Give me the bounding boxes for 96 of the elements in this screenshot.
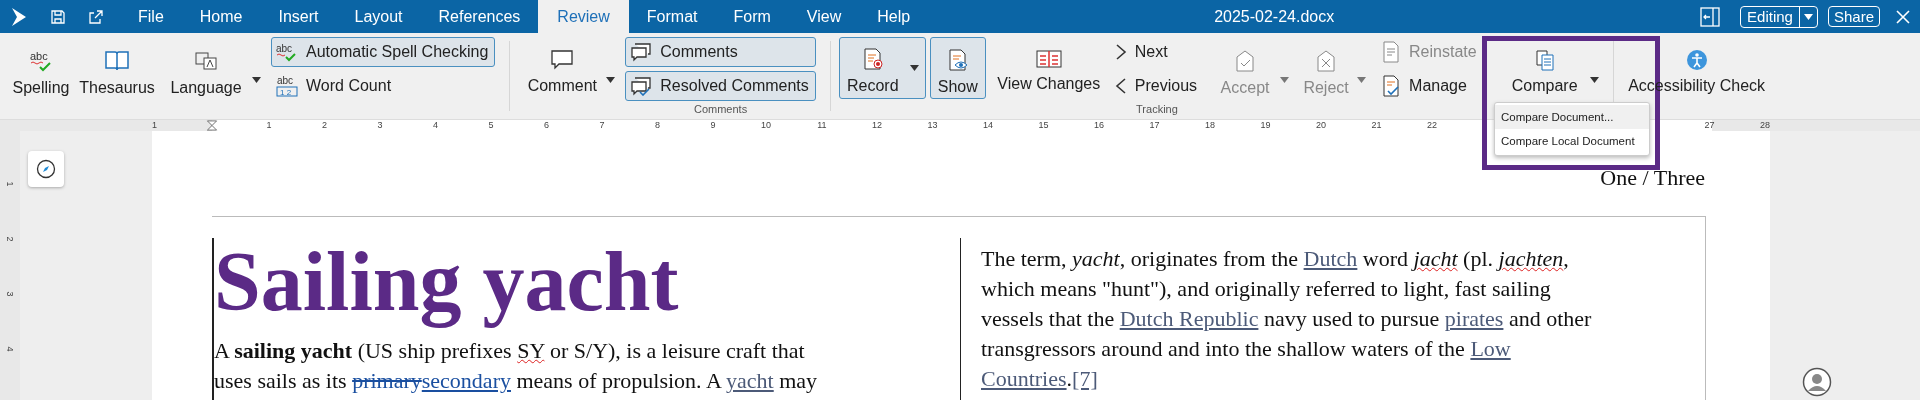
ruler-number: 14 — [983, 120, 993, 131]
thesaurus-button[interactable]: Thesaurus — [74, 38, 160, 100]
link[interactable]: Dutch — [1303, 246, 1358, 271]
group-label: Comments — [693, 103, 748, 115]
ruler-number: 8 — [655, 120, 660, 131]
comments-toggle[interactable]: Comments — [625, 37, 816, 67]
ruler-number: 15 — [1038, 120, 1049, 131]
chevron-right-icon — [1114, 43, 1127, 61]
compare-button[interactable]: Compare — [1499, 38, 1590, 100]
menu-tab[interactable]: File — [120, 0, 182, 33]
menu-tab[interactable]: Home — [181, 0, 261, 33]
speech-bubble-icon — [550, 49, 575, 71]
ruler-number: 2 — [5, 236, 15, 242]
ruler-number: 3 — [377, 120, 383, 131]
language-button[interactable]: Language — [160, 38, 252, 100]
link[interactable]: Low — [1470, 336, 1511, 361]
compass-icon — [36, 159, 56, 179]
ruler-number: 22 — [1427, 120, 1437, 131]
ruler-number: 11 — [817, 120, 827, 131]
ruler-number: 18 — [1205, 120, 1215, 131]
menu-tab[interactable]: Help — [859, 0, 929, 33]
ruler-number: 4 — [5, 346, 15, 352]
record-button[interactable]: Record — [838, 37, 926, 99]
close-icon[interactable] — [1896, 9, 1910, 24]
show-changes-button[interactable]: Show — [929, 37, 986, 99]
menu-tab[interactable]: Review — [538, 0, 629, 33]
previous-change-button[interactable]: Previous — [1109, 71, 1205, 101]
ruler-number: 7 — [599, 120, 605, 131]
ruler-number: 1 — [5, 181, 15, 187]
manage-button[interactable]: Manage — [1376, 71, 1484, 101]
menu-tab[interactable]: Form — [715, 0, 789, 33]
menu-item[interactable]: Compare Document... — [1495, 105, 1649, 129]
ruler-number: 27 — [1704, 120, 1715, 131]
link[interactable]: [7] — [1072, 366, 1098, 391]
link[interactable]: pirates — [1444, 306, 1504, 331]
ruler-number: 19 — [1260, 120, 1271, 131]
ruler-number: 13 — [927, 120, 938, 131]
dropdown-caret-icon[interactable] — [252, 77, 261, 83]
ruler-number: 28 — [1760, 120, 1770, 131]
menu-tab[interactable]: References — [420, 0, 539, 33]
ruler-number: 21 — [1371, 120, 1382, 131]
word-count-button[interactable]: abc 1 2 Word Count — [271, 71, 496, 101]
menu-tab[interactable]: Layout — [336, 0, 421, 33]
ruler-number: 10 — [761, 120, 771, 131]
ruler-number: 4 — [433, 120, 438, 131]
external-link-icon[interactable] — [88, 8, 104, 25]
speech-bubbles-check-icon — [630, 76, 653, 96]
dropdown-caret-icon[interactable] — [606, 77, 616, 83]
ruler-number: 9 — [710, 120, 716, 131]
ruler-number: 12 — [872, 120, 882, 131]
ruler-number: 1 — [266, 120, 272, 131]
menu-item[interactable]: Compare Local Document — [1495, 129, 1649, 153]
view-changes-button[interactable]: View Changes — [991, 38, 1106, 100]
ruler-number: 3 — [5, 291, 15, 297]
comment-button[interactable]: Comment — [518, 38, 607, 100]
link[interactable]: Dutch Republic — [1119, 306, 1259, 331]
logo-icon — [10, 6, 28, 27]
paragraph: The term, yacht, originates from the Dutch word jacht (pl. jachten, which means "hunt"), and originally referred to light, fast sailing vessels that the Dutch Republic navy used to pursue pirates and other transgressors around and into the shallow waters of the Low Countries.[7] — [981, 245, 1593, 393]
menu-tab[interactable]: Format — [628, 0, 716, 33]
menu-tab[interactable]: View — [788, 0, 860, 33]
document-check-icon — [1381, 75, 1402, 97]
share-button[interactable]: Share — [1827, 6, 1880, 27]
accessibility-icon — [1685, 49, 1708, 71]
resolved-comments-toggle[interactable]: Resolved Comments — [625, 71, 816, 101]
menu-tab[interactable]: Insert — [260, 0, 337, 33]
document-title-heading: Sailing yacht — [214, 234, 680, 330]
navigator-button[interactable] — [28, 151, 64, 187]
sidebar-icon[interactable] — [1700, 6, 1721, 27]
dropdown-caret-icon — [909, 65, 919, 71]
ruler-number: 20 — [1316, 120, 1326, 131]
link[interactable]: yacht — [726, 368, 774, 393]
save-icon[interactable] — [50, 8, 66, 25]
book-icon — [104, 49, 130, 73]
speech-bubbles-icon — [630, 42, 653, 62]
link[interactable]: Countries — [981, 366, 1067, 391]
ruler-number: 2 — [322, 120, 327, 131]
paragraph: A sailing yacht (US ship prefixes SY or S/Y), is a leisure craft that uses sails as its primarysecondary means of propulsion. A yacht may — [214, 337, 819, 395]
next-change-button[interactable]: Next — [1109, 37, 1205, 67]
compare-columns-icon — [1035, 49, 1062, 69]
ruler-number: 5 — [488, 120, 494, 131]
spelling-button[interactable]: abc Spelling — [8, 38, 74, 100]
caret-icon — [1803, 13, 1813, 20]
ruler-number: 17 — [1149, 120, 1160, 131]
avatar-icon[interactable] — [1802, 367, 1832, 397]
page-header: One / Three — [1599, 165, 1705, 192]
document-title: 2025-02-24.docx — [1214, 7, 1335, 26]
ruler-number: 6 — [544, 120, 549, 131]
document-icon — [1381, 41, 1402, 63]
group-label: Tracking — [1136, 103, 1178, 115]
translate-icon — [193, 49, 219, 73]
chevron-left-icon — [1114, 77, 1127, 95]
mode-dropdown[interactable]: Editing — [1740, 5, 1818, 28]
automatic-spell-checking-button[interactable]: abc Automatic Spell Checking — [271, 37, 496, 67]
ruler-number: 1 — [152, 120, 157, 131]
dropdown-caret-icon[interactable] — [1589, 77, 1599, 83]
ruler-number: 16 — [1094, 120, 1104, 131]
